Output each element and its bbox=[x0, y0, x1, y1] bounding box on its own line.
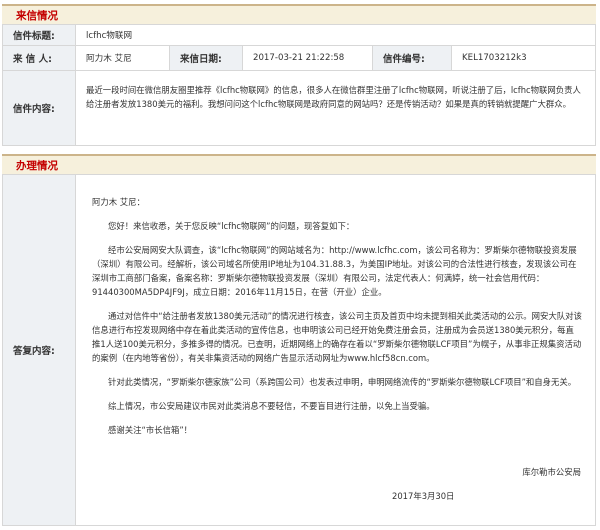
date-label: 来信日期: bbox=[169, 45, 243, 71]
page: 来信情况 信件标题: lcfhc物联网 来 信 人: 阿力木 艾尼 来信日期: … bbox=[0, 0, 600, 530]
reply-signature: 库尔勒市公安局 bbox=[522, 467, 581, 477]
sender-value: 阿力木 艾尼 bbox=[75, 45, 170, 71]
reply-greeting: 阿力木 艾尼： bbox=[92, 197, 145, 207]
title-value: lcfhc物联网 bbox=[75, 24, 596, 46]
number-value: KEL1703212k3 bbox=[451, 45, 596, 71]
reply-para-1: 您好！来信收悉，关于您反映“lcfhc物联网”的问题，现答复如下： bbox=[108, 221, 355, 231]
title-label: 信件标题: bbox=[2, 24, 76, 46]
letter-info-title: 来信情况 bbox=[16, 10, 58, 22]
handling-info-header: 办理情况 bbox=[2, 154, 596, 175]
content-cell: 最近一段时间在微信朋友圈里推荐《lcfhc物联网》的信息，很多人在微信群里注册了… bbox=[75, 70, 596, 146]
content-label: 信件内容: bbox=[2, 70, 76, 146]
date-value: 2017-03-21 21:22:58 bbox=[242, 45, 373, 71]
reply-body: 阿力木 艾尼： 您好！来信收悉，关于您反映“lcfhc物联网”的问题，现答复如下… bbox=[92, 195, 582, 437]
content-value: 最近一段时间在微信朋友圈里推荐《lcfhc物联网》的信息，很多人在微信群里注册了… bbox=[86, 85, 581, 109]
reply-para-3: 通过对信件中“给注册者发放1380美元活动”的情况进行核查，该公司主页及首页中均… bbox=[92, 311, 582, 363]
reply-para-4: 针对此类情况，“罗斯柴尔德家族”公司（系跨国公司）也发表过申明，申明网络流传的“… bbox=[108, 377, 577, 387]
reply-para-2: 经市公安局网安大队调查，该“lcfhc物联网”的网站域名为：http://www… bbox=[92, 245, 577, 297]
handling-info-title: 办理情况 bbox=[16, 160, 58, 172]
sender-label: 来 信 人: bbox=[2, 45, 76, 71]
reply-date: 2017年3月30日 bbox=[392, 491, 455, 501]
letter-info-header: 来信情况 bbox=[2, 4, 596, 25]
reply-cell: 阿力木 艾尼： 您好！来信收悉，关于您反映“lcfhc物联网”的问题，现答复如下… bbox=[75, 174, 596, 526]
reply-label: 答复内容: bbox=[2, 174, 76, 526]
reply-para-6: 感谢关注“市长信箱”！ bbox=[108, 425, 193, 435]
reply-para-5: 综上情况，市公安局建议市民对此类消息不要轻信，不要盲目进行注册，以免上当受骗。 bbox=[108, 401, 435, 411]
number-label: 信件编号: bbox=[372, 45, 452, 71]
